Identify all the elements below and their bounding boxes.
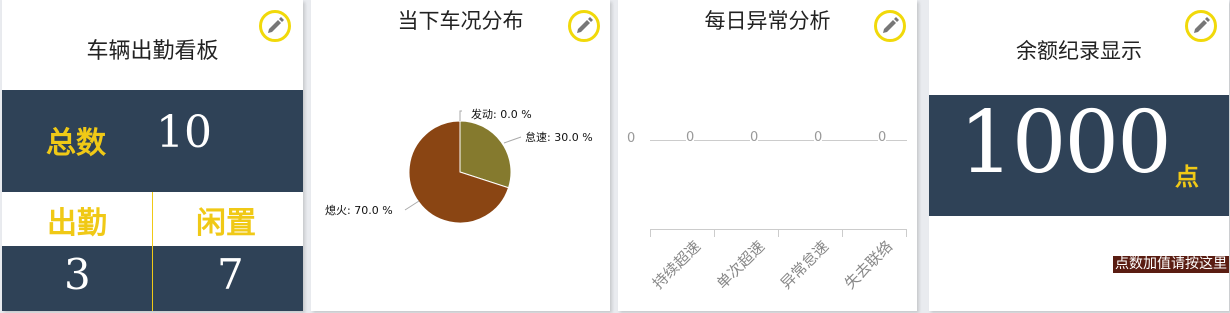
value-label: 0 (814, 130, 823, 145)
y-axis-tick: 0 (627, 131, 636, 146)
x-tick (650, 229, 651, 237)
balance-unit: 点 (1175, 163, 1199, 191)
total-label: 总数 (46, 126, 106, 161)
vehicle-attendance-panel: 车辆出勤看板 总数 10 出勤 闲置 3 7 (2, 0, 303, 311)
x-axis-label: 异常怠速 (776, 237, 833, 293)
x-tick (906, 229, 907, 237)
balance-panel: 余额纪录显示 1000 点 点数加值请按这里 (929, 0, 1229, 311)
on-duty-value: 3 (64, 250, 91, 299)
value-label: 0 (686, 130, 695, 145)
vehicle-status-panel: 当下车况分布 发动: 0.0 % 怠速: 30.0 % 熄火: 70.0 % (311, 0, 610, 311)
idle-value: 7 (217, 250, 244, 299)
value-label: 0 (878, 130, 887, 145)
total-block: 总数 10 (2, 90, 303, 192)
topup-link[interactable]: 点数加值请按这里 (1113, 256, 1229, 273)
balance-block: 1000 点 (929, 93, 1229, 216)
total-value: 10 (156, 107, 212, 158)
panel-title: 余额纪录显示 (1016, 39, 1142, 63)
idle-block: 7 (153, 246, 303, 311)
balance-amount: 1000 (959, 93, 1172, 193)
idle-label: 闲置 (196, 206, 256, 241)
on-duty-label: 出勤 (47, 206, 107, 241)
on-duty-block: 3 (2, 246, 152, 311)
pie-label-1: 怠速: 30.0 % (525, 130, 593, 144)
x-axis-label: 失去联络 (840, 237, 897, 293)
x-axis-label: 持续超速 (648, 237, 705, 293)
pie-label-0: 发动: 0.0 % (471, 107, 532, 121)
x-axis-label: 单次超速 (712, 237, 769, 293)
x-tick (778, 229, 779, 237)
pie-label-line-2 (404, 200, 420, 211)
value-label: 0 (750, 130, 759, 145)
pie-chart: 发动: 0.0 % 怠速: 30.0 % 熄火: 70.0 % (325, 107, 593, 224)
panel-title: 每日异常分析 (704, 9, 831, 33)
x-tick (714, 229, 715, 237)
daily-anomaly-panel: 每日异常分析 0 0 0 0 0 持续超速 单次超速 异常怠速 失去联络 (618, 0, 917, 311)
x-tick (842, 229, 843, 237)
panel-title: 车辆出勤看板 (86, 39, 219, 64)
pie-label-2: 熄火: 70.0 % (325, 203, 393, 217)
pie-label-line-0 (459, 110, 462, 121)
pie-label-line-1 (503, 136, 522, 144)
